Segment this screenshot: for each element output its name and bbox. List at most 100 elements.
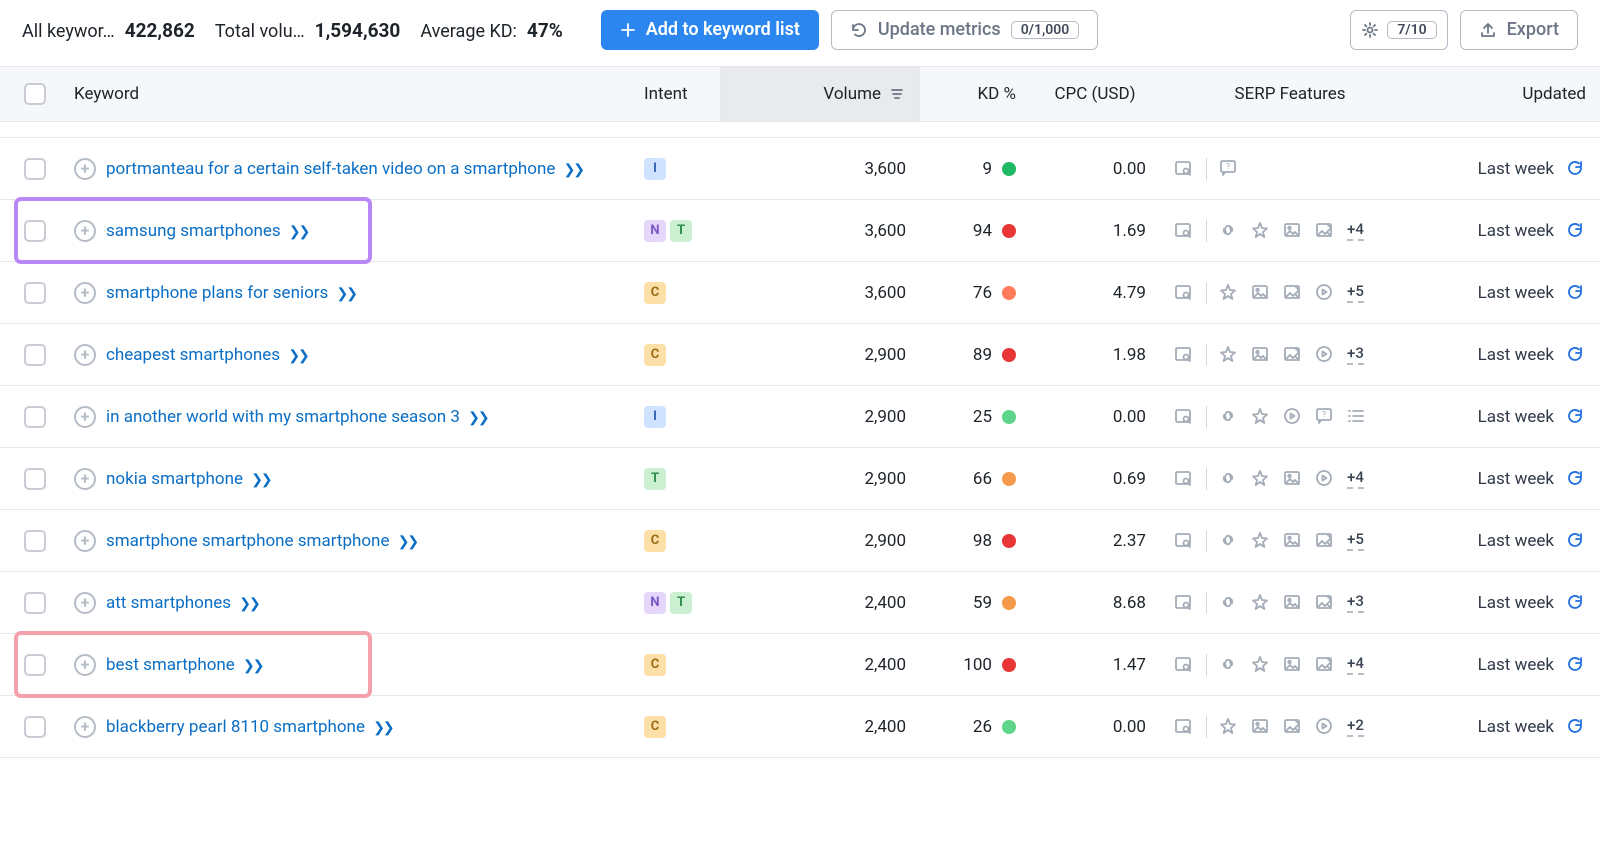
serp-more-badge[interactable]: +3 [1347, 344, 1364, 365]
image-icon[interactable] [1283, 593, 1303, 613]
refresh-button[interactable] [1566, 159, 1586, 179]
image-icon[interactable] [1251, 717, 1271, 737]
link-icon[interactable] [1219, 655, 1239, 675]
keyword-link[interactable]: in another world with my smartphone seas… [106, 407, 460, 427]
row-checkbox[interactable] [24, 716, 46, 738]
keyword-link[interactable]: nokia smartphone [106, 469, 243, 489]
col-kd[interactable]: KD % [920, 84, 1030, 104]
col-keyword[interactable]: Keyword [60, 84, 630, 104]
refresh-button[interactable] [1566, 283, 1586, 303]
expand-button[interactable]: + [74, 158, 96, 180]
serp-icon[interactable] [1174, 159, 1194, 179]
col-intent[interactable]: Intent [630, 84, 720, 104]
expand-button[interactable]: + [74, 344, 96, 366]
video-icon[interactable] [1315, 283, 1335, 303]
video-icon[interactable] [1315, 345, 1335, 365]
image-icon[interactable] [1251, 283, 1271, 303]
export-button[interactable]: Export [1460, 10, 1578, 50]
add-to-list-button[interactable]: Add to keyword list [601, 10, 819, 50]
carousel-icon[interactable] [1315, 593, 1335, 613]
col-volume[interactable]: Volume [720, 67, 920, 121]
link-icon[interactable] [1219, 221, 1239, 241]
refresh-button[interactable] [1566, 593, 1586, 613]
expand-button[interactable]: + [74, 406, 96, 428]
expand-button[interactable]: + [74, 468, 96, 490]
keyword-link[interactable]: smartphone smartphone smartphone [106, 531, 389, 551]
refresh-button[interactable] [1566, 655, 1586, 675]
serp-icon[interactable] [1174, 593, 1194, 613]
columns-button[interactable]: 7/10 [1350, 10, 1447, 50]
refresh-button[interactable] [1566, 221, 1586, 241]
star-icon[interactable] [1251, 407, 1271, 427]
star-icon[interactable] [1251, 221, 1271, 241]
serp-more-badge[interactable]: +4 [1347, 468, 1364, 489]
serp-icon[interactable] [1174, 221, 1194, 241]
row-checkbox[interactable] [24, 468, 46, 490]
select-all-checkbox[interactable] [24, 83, 46, 105]
row-checkbox[interactable] [24, 344, 46, 366]
serp-more-badge[interactable]: +3 [1347, 592, 1364, 613]
star-icon[interactable] [1219, 283, 1239, 303]
image-icon[interactable] [1251, 345, 1271, 365]
faq-icon[interactable] [1219, 159, 1239, 179]
row-checkbox[interactable] [24, 654, 46, 676]
star-icon[interactable] [1251, 531, 1271, 551]
expand-button[interactable]: + [74, 220, 96, 242]
serp-icon[interactable] [1174, 283, 1194, 303]
star-icon[interactable] [1251, 469, 1271, 489]
keyword-link[interactable]: smartphone plans for seniors [106, 283, 328, 303]
row-checkbox[interactable] [24, 530, 46, 552]
link-icon[interactable] [1219, 531, 1239, 551]
link-icon[interactable] [1219, 469, 1239, 489]
keyword-link[interactable]: cheapest smartphones [106, 345, 280, 365]
serp-more-badge[interactable]: +5 [1347, 282, 1364, 303]
video-icon[interactable] [1283, 407, 1303, 427]
video-icon[interactable] [1315, 469, 1335, 489]
update-metrics-button[interactable]: Update metrics 0/1,000 [831, 10, 1098, 50]
video-icon[interactable] [1315, 717, 1335, 737]
keyword-link[interactable]: portmanteau for a certain self-taken vid… [106, 159, 555, 179]
link-icon[interactable] [1219, 407, 1239, 427]
serp-icon[interactable] [1174, 345, 1194, 365]
expand-button[interactable]: + [74, 592, 96, 614]
expand-button[interactable]: + [74, 716, 96, 738]
star-icon[interactable] [1219, 345, 1239, 365]
col-updated[interactable]: Updated [1420, 84, 1600, 104]
serp-more-badge[interactable]: +5 [1347, 530, 1364, 551]
carousel-icon[interactable] [1283, 345, 1303, 365]
serp-more-badge[interactable]: +4 [1347, 654, 1364, 675]
row-checkbox[interactable] [24, 158, 46, 180]
row-checkbox[interactable] [24, 592, 46, 614]
star-icon[interactable] [1219, 717, 1239, 737]
serp-icon[interactable] [1174, 717, 1194, 737]
col-cpc[interactable]: CPC (USD) [1030, 84, 1160, 104]
carousel-icon[interactable] [1315, 531, 1335, 551]
row-checkbox[interactable] [24, 406, 46, 428]
star-icon[interactable] [1251, 655, 1271, 675]
carousel-icon[interactable] [1283, 283, 1303, 303]
link-icon[interactable] [1219, 593, 1239, 613]
image-icon[interactable] [1283, 655, 1303, 675]
row-checkbox[interactable] [24, 282, 46, 304]
serp-more-badge[interactable]: +4 [1347, 220, 1364, 241]
refresh-button[interactable] [1566, 345, 1586, 365]
image-icon[interactable] [1283, 221, 1303, 241]
serp-icon[interactable] [1174, 531, 1194, 551]
refresh-button[interactable] [1566, 407, 1586, 427]
col-serp[interactable]: SERP Features [1160, 84, 1420, 104]
refresh-button[interactable] [1566, 717, 1586, 737]
keyword-link[interactable]: att smartphones [106, 593, 231, 613]
keyword-link[interactable]: samsung smartphones [106, 221, 281, 241]
keyword-link[interactable]: best smartphone [106, 655, 235, 675]
list-icon[interactable] [1347, 407, 1367, 427]
expand-button[interactable]: + [74, 282, 96, 304]
expand-button[interactable]: + [74, 654, 96, 676]
expand-button[interactable]: + [74, 530, 96, 552]
carousel-icon[interactable] [1283, 717, 1303, 737]
serp-icon[interactable] [1174, 655, 1194, 675]
image-icon[interactable] [1283, 469, 1303, 489]
serp-more-badge[interactable]: +2 [1347, 716, 1364, 737]
refresh-button[interactable] [1566, 531, 1586, 551]
serp-icon[interactable] [1174, 469, 1194, 489]
refresh-button[interactable] [1566, 469, 1586, 489]
